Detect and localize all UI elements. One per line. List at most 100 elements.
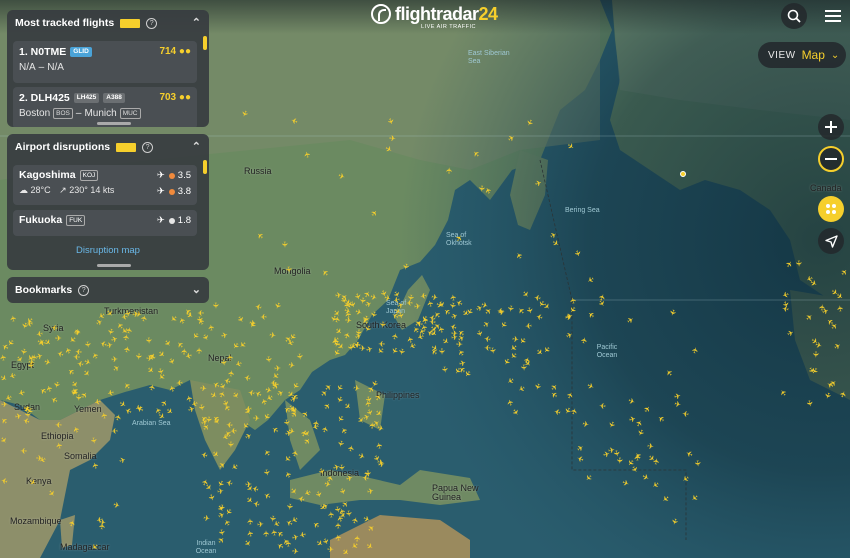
aircraft-icon[interactable]: ✈: [269, 331, 277, 341]
aircraft-icon[interactable]: ✈: [292, 547, 300, 557]
aircraft-icon[interactable]: ✈: [794, 260, 803, 267]
aircraft-icon[interactable]: ✈: [95, 514, 103, 524]
aircraft-icon[interactable]: ✈: [345, 316, 353, 326]
map-layers-button[interactable]: [818, 196, 844, 222]
aircraft-icon[interactable]: ✈: [533, 293, 541, 303]
aircraft-icon[interactable]: ✈: [195, 347, 204, 354]
aircraft-icon[interactable]: ✈: [9, 315, 19, 323]
search-button[interactable]: [781, 3, 807, 29]
aircraft-icon[interactable]: ✈: [257, 520, 265, 530]
panel-resize-handle[interactable]: [97, 264, 131, 267]
aircraft-icon[interactable]: ✈: [106, 387, 115, 397]
aircraft-icon[interactable]: ✈: [602, 449, 611, 459]
aircraft-icon[interactable]: ✈: [781, 304, 789, 314]
aircraft-icon[interactable]: ✈: [673, 399, 681, 409]
aircraft-icon[interactable]: ✈: [611, 449, 621, 457]
aircraft-icon[interactable]: ✈: [497, 306, 504, 315]
view-selector[interactable]: VIEW Map ⌄: [758, 42, 846, 68]
aircraft-icon[interactable]: ✈: [27, 357, 35, 367]
aircraft-icon[interactable]: ✈: [93, 396, 102, 406]
aircraft-icon[interactable]: ✈: [390, 332, 400, 341]
aircraft-icon[interactable]: ✈: [75, 347, 82, 356]
aircraft-icon[interactable]: ✈: [525, 321, 533, 331]
aircraft-icon[interactable]: ✈: [144, 337, 153, 344]
aircraft-icon[interactable]: ✈: [264, 356, 274, 364]
aircraft-icon[interactable]: ✈: [365, 344, 374, 354]
disruptions-header[interactable]: Airport disruptions ? ⌃: [7, 134, 209, 160]
aircraft-icon[interactable]: ✈: [287, 360, 295, 370]
disruption-airport-item[interactable]: Fukuoka FUK ✈ 1.8: [13, 210, 197, 236]
chevron-up-icon[interactable]: ⌃: [192, 16, 201, 29]
scrollbar-thumb[interactable]: [203, 160, 207, 174]
aircraft-icon[interactable]: ✈: [693, 460, 703, 468]
aircraft-icon[interactable]: ✈: [836, 305, 846, 313]
aircraft-icon[interactable]: ✈: [83, 341, 93, 349]
aircraft-icon[interactable]: ✈: [406, 298, 413, 307]
aircraft-icon[interactable]: ✈: [565, 311, 574, 321]
aircraft-icon[interactable]: ✈: [244, 404, 252, 414]
aircraft-icon[interactable]: ✈: [346, 444, 356, 453]
aircraft-icon[interactable]: ✈: [39, 338, 46, 347]
disruption-map-link[interactable]: Disruption map: [7, 245, 209, 256]
main-menu-button[interactable]: [820, 3, 846, 29]
aircraft-icon[interactable]: ✈: [246, 518, 255, 525]
most-tracked-header[interactable]: Most tracked flights ? ⌃: [7, 10, 209, 36]
aircraft-icon[interactable]: ✈: [298, 529, 307, 539]
aircraft-icon[interactable]: ✈: [368, 422, 377, 429]
tracked-flight-item[interactable]: 1. N0TME GLID 714 ●● N/A – N/A: [13, 41, 197, 83]
aircraft-icon[interactable]: ✈: [633, 454, 643, 462]
chevron-down-icon[interactable]: ⌄: [192, 283, 201, 296]
aircraft-icon[interactable]: ✈: [445, 167, 454, 174]
aircraft-icon[interactable]: ✈: [400, 262, 410, 271]
aircraft-icon[interactable]: ✈: [579, 336, 589, 345]
aircraft-icon[interactable]: ✈: [488, 347, 498, 355]
scrollbar-thumb[interactable]: [203, 36, 207, 50]
aircraft-icon[interactable]: ✈: [295, 353, 305, 361]
aircraft-icon[interactable]: ✈: [312, 420, 322, 428]
aircraft-icon[interactable]: ✈: [359, 345, 366, 353]
bookmarks-header[interactable]: Bookmarks ? ⌄: [7, 277, 209, 303]
panel-resize-handle[interactable]: [97, 122, 131, 125]
zoom-in-button[interactable]: [818, 114, 844, 140]
aircraft-icon[interactable]: ✈: [74, 394, 83, 401]
aircraft-icon[interactable]: ✈: [282, 418, 292, 426]
aircraft-icon[interactable]: ✈: [512, 335, 520, 345]
aircraft-icon[interactable]: ✈: [134, 353, 144, 361]
aircraft-icon[interactable]: ✈: [647, 442, 655, 452]
aircraft-icon[interactable]: ✈: [261, 468, 271, 476]
aircraft-icon[interactable]: ✈: [374, 441, 384, 449]
aircraft-icon[interactable]: ✈: [139, 314, 149, 323]
aircraft-icon[interactable]: ✈: [176, 378, 183, 387]
aircraft-icon[interactable]: ✈: [111, 426, 118, 435]
info-icon[interactable]: ?: [78, 284, 90, 296]
aircraft-icon[interactable]: ✈: [253, 414, 260, 423]
aircraft-icon[interactable]: ✈: [124, 326, 134, 334]
aircraft-icon[interactable]: ✈: [366, 486, 374, 496]
aircraft-icon[interactable]: ✈: [804, 399, 814, 407]
aircraft-icon[interactable]: ✈: [0, 353, 9, 361]
aircraft-icon[interactable]: ✈: [227, 370, 237, 378]
aircraft-icon[interactable]: ✈: [615, 457, 624, 464]
aircraft-icon[interactable]: ✈: [430, 292, 438, 302]
aircraft-icon[interactable]: ✈: [440, 366, 450, 374]
disruption-airport-item[interactable]: Kagoshima KOJ ☁ 28°C ↗ 230° 14 kts ✈ 3.5 …: [13, 165, 197, 205]
info-icon[interactable]: ?: [146, 17, 158, 29]
aircraft-icon[interactable]: ✈: [35, 328, 43, 338]
aircraft-icon[interactable]: ✈: [216, 487, 224, 497]
aircraft-icon[interactable]: ✈: [132, 310, 139, 319]
aircraft-icon[interactable]: ✈: [226, 420, 233, 429]
aircraft-icon[interactable]: ✈: [284, 266, 294, 274]
aircraft-icon[interactable]: ✈: [220, 330, 229, 340]
aircraft-icon[interactable]: ✈: [581, 419, 589, 429]
aircraft-icon[interactable]: ✈: [226, 441, 235, 448]
aircraft-icon[interactable]: ✈: [50, 323, 58, 333]
aircraft-icon[interactable]: ✈: [449, 294, 459, 302]
aircraft-icon[interactable]: ✈: [377, 458, 385, 468]
info-icon[interactable]: ?: [142, 141, 154, 153]
aircraft-icon[interactable]: ✈: [111, 355, 118, 364]
aircraft-icon[interactable]: ✈: [89, 436, 99, 444]
zoom-out-button[interactable]: [818, 146, 844, 172]
aircraft-icon[interactable]: ✈: [389, 134, 396, 143]
aircraft-icon[interactable]: ✈: [682, 409, 690, 419]
aircraft-icon[interactable]: ✈: [599, 401, 606, 410]
